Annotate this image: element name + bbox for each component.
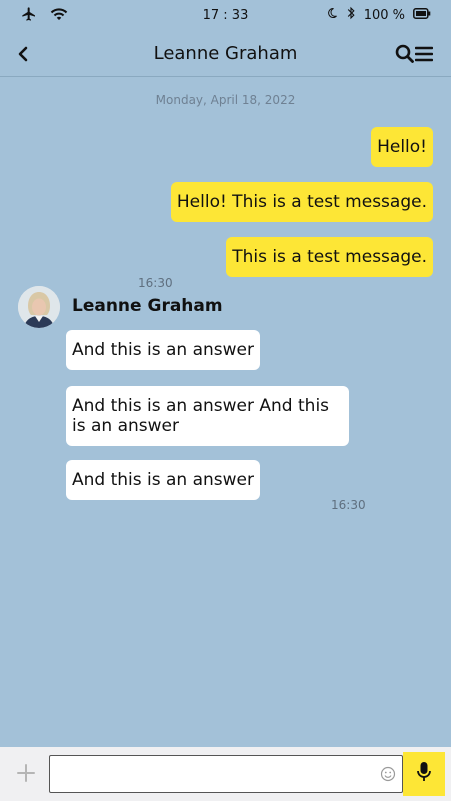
incoming-message: And this is an answer: [66, 330, 261, 370]
composer-bar: [0, 747, 451, 801]
avatar[interactable]: [18, 286, 60, 328]
bluetooth-icon: [346, 6, 356, 24]
menu-icon: [414, 46, 434, 66]
search-menu-button[interactable]: [395, 43, 435, 67]
battery-text: 100 %: [363, 7, 405, 23]
incoming-message: And this is an answer And this is an ans…: [66, 386, 349, 446]
nav-bar: Leanne Graham: [0, 30, 451, 77]
status-bar: 17 : 33 100 %: [0, 0, 451, 30]
moon-icon: [326, 6, 338, 24]
outgoing-message: This is a test message.: [226, 237, 433, 277]
emoji-button[interactable]: [380, 766, 396, 782]
microphone-icon: [416, 761, 432, 787]
microphone-button[interactable]: [403, 752, 445, 796]
outgoing-message: Hello!: [371, 127, 433, 167]
incoming-timestamp: 16:30: [331, 498, 366, 512]
battery-icon: [413, 7, 431, 23]
message-input[interactable]: [49, 755, 403, 793]
date-separator: Monday, April 18, 2022: [155, 93, 296, 107]
outgoing-timestamp: 16:30: [138, 276, 173, 290]
page-title: Leanne Graham: [153, 43, 298, 64]
plus-icon: [14, 764, 38, 789]
search-icon: [395, 43, 415, 69]
status-right: 100 %: [326, 6, 431, 24]
outgoing-message: Hello! This is a test message.: [170, 182, 433, 222]
incoming-message: And this is an answer: [66, 460, 261, 500]
emoji-icon: [380, 766, 396, 786]
sender-name: Leanne Graham: [72, 296, 223, 316]
add-attachment-button[interactable]: [14, 761, 38, 785]
